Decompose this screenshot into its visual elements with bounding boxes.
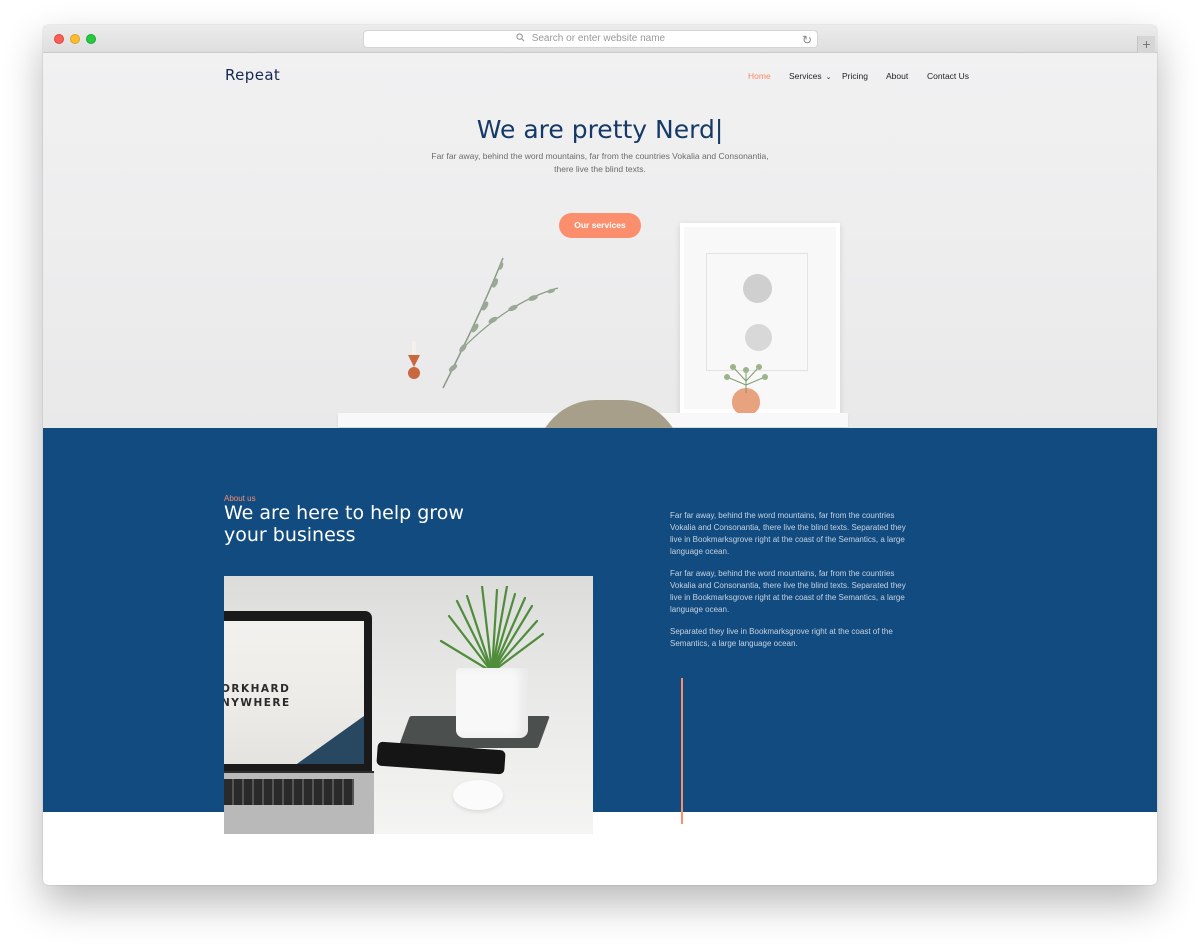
laptop-keyboard — [224, 771, 374, 834]
browser-titlebar: Search or enter website name ↻ + — [43, 25, 1157, 53]
potted-plant-leaves — [439, 586, 545, 672]
minimize-window-button[interactable] — [70, 34, 80, 44]
about-paragraph-3: Separated they live in Bookmarksgrove ri… — [670, 627, 893, 648]
nav-about[interactable]: About — [886, 71, 908, 81]
chair-decoration — [536, 400, 682, 428]
nav-services[interactable]: Services ⌄ — [789, 71, 831, 81]
our-services-button[interactable]: Our services — [559, 213, 641, 238]
plant-pot — [456, 668, 528, 738]
reload-icon[interactable]: ↻ — [802, 32, 812, 48]
main-nav: Home Services ⌄ Pricing About Contact Us — [43, 71, 1157, 85]
zoom-window-button[interactable] — [86, 34, 96, 44]
laptop-screen: ORKHARD NYWHERE — [224, 611, 372, 773]
laptop-screen-line-1: ORKHARD — [224, 683, 291, 695]
laptop-screen-mountain — [294, 716, 364, 764]
small-plant-decoration — [724, 364, 768, 393]
close-window-button[interactable] — [54, 34, 64, 44]
browser-window: Search or enter website name ↻ + Repeat … — [43, 25, 1157, 885]
eucalyptus-branch-decoration — [442, 257, 559, 389]
about-paragraph-2: Far far away, behind the word mountains,… — [670, 569, 906, 614]
laptop-display: ORKHARD NYWHERE — [224, 621, 364, 764]
search-icon — [516, 32, 525, 48]
workspace-photo: ORKHARD NYWHERE — [224, 576, 593, 834]
about-section: About us We are here to help grow your b… — [43, 428, 1157, 834]
address-placeholder: Search or enter website name — [531, 33, 666, 44]
frame-mat — [706, 253, 808, 371]
hero-subtitle: Far far away, behind the word mountains,… — [431, 151, 769, 174]
laptop-screen-line-2: NYWHERE — [224, 697, 291, 709]
chevron-down-icon: ⌄ — [825, 74, 832, 81]
accent-line-divider — [681, 678, 683, 824]
nav-services-label: Services — [789, 71, 822, 81]
frame-circle-bottom — [745, 324, 772, 351]
laptop-keys — [224, 779, 354, 805]
about-text: Far far away, behind the word mountains,… — [670, 510, 915, 660]
mouse-decoration — [453, 780, 503, 810]
nav-contact[interactable]: Contact Us — [927, 71, 969, 81]
nav-home[interactable]: Home — [748, 71, 771, 81]
new-tab-button[interactable]: + — [1137, 36, 1155, 53]
hero-title: We are pretty Nerd| — [476, 115, 724, 144]
nav-pricing[interactable]: Pricing — [842, 71, 868, 81]
address-bar[interactable]: Search or enter website name ↻ — [363, 30, 818, 48]
hero-section: Repeat Home Services ⌄ Pricing About Cont… — [43, 53, 1157, 428]
about-title: We are here to help grow your business — [224, 502, 464, 546]
candle-holder-decoration — [408, 341, 420, 379]
frame-circle-top — [743, 274, 772, 303]
about-paragraph-1: Far far away, behind the word mountains,… — [670, 511, 906, 556]
